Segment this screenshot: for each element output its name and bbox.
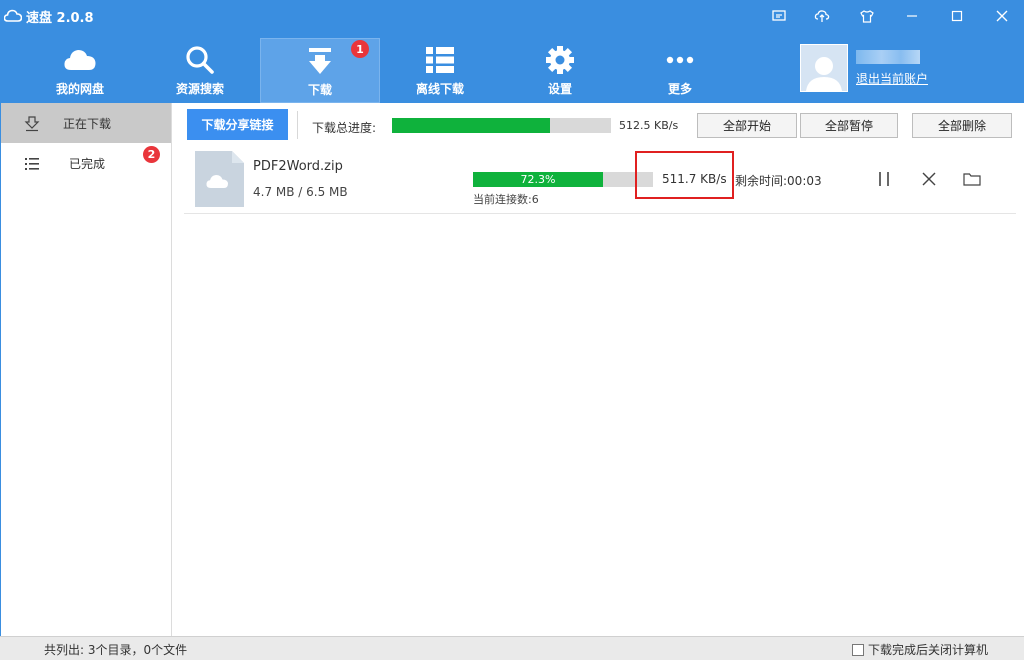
sidebar-item-label: 已完成 xyxy=(69,156,106,171)
avatar[interactable] xyxy=(800,44,848,92)
nav-item-settings[interactable]: 设置 xyxy=(500,38,620,103)
nav-label: 离线下载 xyxy=(415,82,464,96)
download-count-badge: 1 xyxy=(351,40,369,58)
shutdown-after-download-toggle[interactable]: 下载完成后关闭计算机 xyxy=(852,641,988,658)
maximize-icon[interactable] xyxy=(934,0,979,32)
file-size: 4.7 MB / 6.5 MB xyxy=(253,185,348,199)
nav-item-my-disk[interactable]: 我的网盘 xyxy=(20,38,140,103)
gear-icon xyxy=(545,44,575,76)
sidebar-item-label: 正在下载 xyxy=(63,116,112,131)
app-title-text: 速盘 2.0.8 xyxy=(26,10,94,26)
total-speed: 512.5 KB/s xyxy=(619,119,679,132)
remaining-time: 剩余时间:00:03 xyxy=(735,174,822,188)
app-title: 速盘 2.0.8 xyxy=(4,7,94,26)
nav-label: 下载 xyxy=(307,83,332,97)
main-nav: 我的网盘 资源搜索 下载 1 离线下载 设置 更多 xyxy=(20,38,740,103)
shutdown-checkbox[interactable] xyxy=(852,643,864,656)
download-tray-icon xyxy=(23,115,41,133)
download-arrow-icon xyxy=(308,45,332,77)
cloud-icon xyxy=(63,44,97,76)
search-icon xyxy=(185,44,215,76)
speed-highlight-box xyxy=(635,151,734,199)
delete-all-button[interactable]: 全部删除 xyxy=(912,113,1012,138)
file-name: PDF2Word.zip xyxy=(253,159,343,174)
pause-all-button[interactable]: 全部暂停 xyxy=(800,113,898,138)
cloud-file-icon xyxy=(195,151,244,207)
cloud-logo-icon xyxy=(4,9,22,22)
user-panel: 退出当前账户 xyxy=(800,44,928,92)
download-progress-label: 72.3% xyxy=(520,173,556,186)
minimize-icon[interactable] xyxy=(889,0,934,32)
sidebar: 正在下载 已完成 2 xyxy=(0,103,172,636)
list-icon xyxy=(23,155,41,173)
user-icon xyxy=(806,57,842,91)
status-summary: 共列出: 3个目录，0个文件 xyxy=(44,643,188,657)
more-dots-icon xyxy=(666,44,694,76)
sidebar-item-downloading[interactable]: 正在下载 xyxy=(1,103,171,143)
logout-link[interactable]: 退出当前账户 xyxy=(856,70,928,87)
total-progress-bar xyxy=(392,118,611,133)
feedback-icon[interactable] xyxy=(758,0,799,32)
nav-item-offline-download[interactable]: 离线下载 xyxy=(380,38,500,103)
total-progress-label: 下载总进度: xyxy=(312,121,377,135)
start-all-button[interactable]: 全部开始 xyxy=(697,113,797,138)
cancel-icon[interactable] xyxy=(919,169,939,189)
username-blurred xyxy=(856,49,920,64)
upload-icon[interactable] xyxy=(799,0,844,32)
sidebar-item-completed[interactable]: 已完成 2 xyxy=(1,143,171,183)
nav-item-download[interactable]: 下载 1 xyxy=(260,38,380,103)
status-bar: 共列出: 3个目录，0个文件 下载完成后关闭计算机 xyxy=(0,636,1024,660)
connection-count: 当前连接数:6 xyxy=(473,193,539,206)
close-icon[interactable] xyxy=(979,0,1024,32)
window-controls xyxy=(758,0,1024,32)
nav-item-resource-search[interactable]: 资源搜索 xyxy=(140,38,260,103)
download-share-link-button[interactable]: 下载分享链接 xyxy=(187,109,288,140)
toolbar-divider xyxy=(297,111,298,139)
title-bar: 速盘 2.0.8 xyxy=(0,0,1024,32)
user-meta: 退出当前账户 xyxy=(856,49,928,87)
pause-icon[interactable] xyxy=(874,169,894,189)
nav-label: 我的网盘 xyxy=(55,82,104,96)
app-header: 速盘 2.0.8 我的网盘 资源搜索 下载 1 离线下载 设置 更多 退出当前账… xyxy=(0,0,1024,103)
nav-item-more[interactable]: 更多 xyxy=(620,38,740,103)
nav-label: 设置 xyxy=(547,82,572,96)
shirt-icon[interactable] xyxy=(844,0,889,32)
total-progress-fill xyxy=(392,118,550,133)
folder-icon[interactable] xyxy=(962,169,982,189)
download-toolbar: 下载分享链接 下载总进度: 512.5 KB/s 全部开始 全部暂停 全部删除 xyxy=(180,103,1024,147)
download-row[interactable]: PDF2Word.zip 4.7 MB / 6.5 MB 72.3% 当前连接数… xyxy=(184,147,1016,214)
completed-count-badge: 2 xyxy=(143,146,160,163)
shutdown-label: 下载完成后关闭计算机 xyxy=(868,643,989,657)
nav-label: 资源搜索 xyxy=(175,82,224,96)
download-list: PDF2Word.zip 4.7 MB / 6.5 MB 72.3% 当前连接数… xyxy=(184,147,1016,214)
nav-label: 更多 xyxy=(667,82,692,96)
list-icon xyxy=(425,44,455,76)
